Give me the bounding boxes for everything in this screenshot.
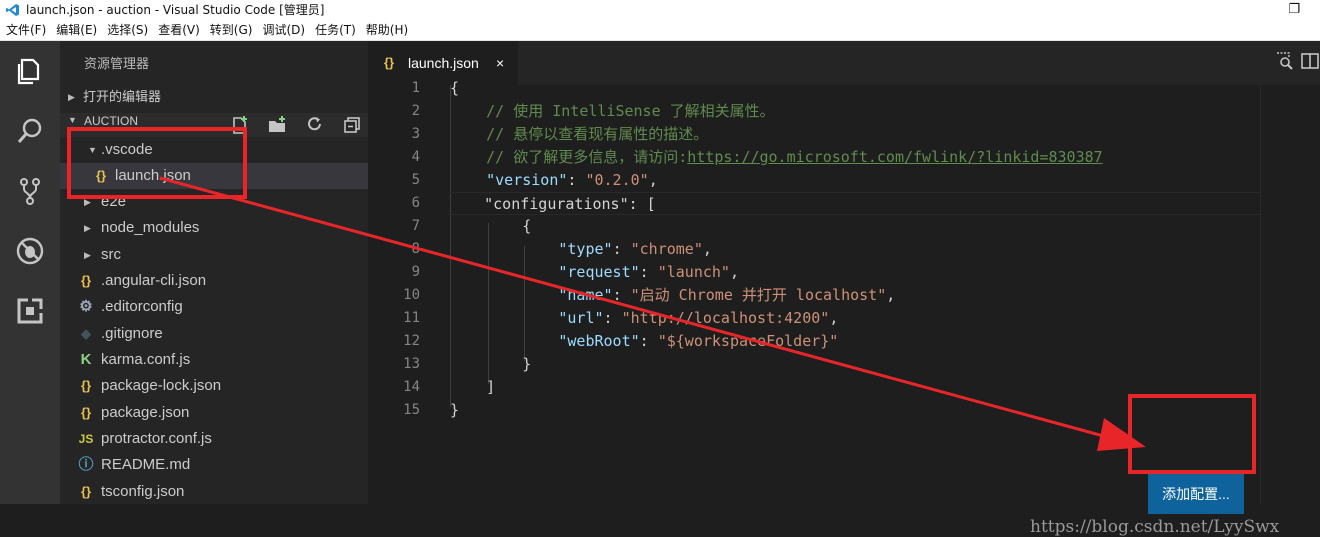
debug-icon[interactable]: [14, 235, 46, 267]
code-line-comment: // 使用 IntelliSense 了解相关属性。: [450, 102, 775, 120]
tree-item-tsconfig-json[interactable]: {} tsconfig.json: [60, 479, 368, 505]
annotation-box-vscode: [67, 127, 247, 199]
split-editor-icon[interactable]: [1300, 51, 1320, 71]
code-line: "webRoot": "${workspaceFolder}": [558, 332, 839, 350]
menu-tasks[interactable]: 任务(T): [309, 20, 360, 41]
code-line-current: "configurations": [: [448, 192, 1260, 215]
files-icon[interactable]: [14, 55, 46, 87]
json-file-icon: {}: [80, 378, 92, 393]
gear-icon: ⚙: [79, 298, 93, 315]
close-icon[interactable]: ×: [496, 41, 504, 85]
editor-scrollbar[interactable]: [1260, 85, 1274, 504]
menu-help[interactable]: 帮助(H): [360, 20, 412, 41]
menu-edit[interactable]: 编辑(E): [50, 20, 101, 41]
watermark: https://blog.csdn.net/LyySwx: [1030, 517, 1280, 537]
code-line: }: [450, 401, 460, 419]
tree-item-gitignore[interactable]: ◆ .gitignore: [60, 321, 368, 347]
code-line-comment: // 悬停以查看现有属性的描述。: [450, 125, 709, 143]
annotation-box-add-config: [1128, 394, 1256, 474]
menu-go[interactable]: 转到(G): [204, 20, 257, 41]
window-title: launch.json - auction - Visual Studio Co…: [26, 3, 325, 17]
line-number: 2: [411, 103, 420, 119]
menu-view[interactable]: 查看(V): [152, 20, 204, 41]
line-number: 7: [411, 218, 420, 234]
line-number: 8: [411, 241, 420, 257]
menu-bar: 文件(F) 编辑(E) 选择(S) 查看(V) 转到(G) 调试(D) 任务(T) 帮助(H): [0, 20, 1320, 41]
code-line: "request": "launch",: [558, 263, 739, 281]
code-line: ]: [450, 378, 496, 396]
open-editors-section[interactable]: ▶ 打开的编辑器: [60, 85, 368, 109]
code-line: "version": "0.2.0",: [486, 171, 658, 189]
line-number: 11: [403, 310, 420, 326]
tree-item-karma-conf[interactable]: K karma.conf.js: [60, 347, 368, 373]
tree-item-src-folder[interactable]: ▶ src: [60, 242, 368, 268]
code-line: "name": "启动 Chrome 并打开 localhost",: [558, 286, 896, 304]
doc-link[interactable]: https://go.microsoft.com/fwlink/?linkid=…: [687, 148, 1102, 166]
tree-item-protractor-conf[interactable]: JS protractor.conf.js: [60, 426, 368, 452]
code-line: {: [450, 79, 460, 97]
project-name: AUCTION: [84, 114, 138, 128]
tree-item-package-lock-json[interactable]: {} package-lock.json: [60, 373, 368, 399]
code-line: }: [450, 355, 532, 373]
git-icon: ◆: [81, 326, 91, 341]
extensions-icon[interactable]: [14, 295, 46, 327]
line-number: 13: [403, 356, 420, 372]
tree-item-editorconfig[interactable]: ⚙ .editorconfig: [60, 294, 368, 320]
add-configuration-button[interactable]: 添加配置...: [1148, 474, 1244, 514]
info-icon: ⓘ: [78, 456, 94, 473]
line-number: 15: [403, 402, 420, 418]
line-number: 14: [403, 379, 420, 395]
explorer-sidebar: 资源管理器 ▶ 打开的编辑器 ▼ AUCTION ▼ .vscode {} la…: [60, 41, 368, 504]
code-line: "type": "chrome",: [558, 240, 712, 258]
tab-bar: {} launch.json ×: [368, 41, 1320, 85]
line-number: 3: [411, 126, 420, 142]
title-bar: launch.json - auction - Visual Studio Co…: [0, 0, 1320, 20]
code-line: {: [450, 217, 532, 235]
chevron-right-icon: ▶: [84, 250, 91, 260]
chevron-down-icon: ▼: [68, 115, 77, 125]
menu-debug[interactable]: 调试(D): [256, 20, 309, 41]
line-number: 1: [411, 80, 420, 96]
chevron-right-icon: ▶: [68, 92, 75, 102]
source-control-icon[interactable]: [14, 175, 46, 207]
json-file-icon: {}: [80, 273, 92, 288]
refresh-icon[interactable]: [305, 115, 325, 135]
menu-file[interactable]: 文件(F): [0, 20, 50, 41]
karma-icon: K: [80, 351, 92, 368]
open-settings-icon[interactable]: [1275, 51, 1295, 71]
activity-bar: [0, 41, 60, 504]
collapse-all-icon[interactable]: [342, 115, 362, 135]
js-file-icon: JS: [78, 432, 94, 446]
line-number: 10: [403, 287, 420, 303]
new-folder-icon[interactable]: [267, 115, 287, 135]
json-file-icon: {}: [80, 484, 92, 499]
explorer-title: 资源管理器: [84, 56, 150, 71]
tree-item-readme[interactable]: ⓘ README.md: [60, 452, 368, 478]
line-number: 4: [411, 149, 420, 165]
restore-window-icon[interactable]: ❐: [1288, 0, 1300, 20]
tree-item-package-json[interactable]: {} package.json: [60, 400, 368, 426]
code-line-comment: // 欲了解更多信息，请访问:https://go.microsoft.com/…: [450, 148, 1103, 166]
code-line: "url": "http://localhost:4200",: [558, 309, 839, 327]
vscode-logo-icon: [6, 4, 19, 16]
json-file-icon: {}: [80, 405, 92, 420]
line-number: 6: [411, 195, 420, 211]
menu-selection[interactable]: 选择(S): [101, 20, 152, 41]
line-number: 5: [411, 172, 420, 188]
chevron-right-icon: ▶: [84, 223, 91, 233]
tree-item-angular-cli-json[interactable]: {} .angular-cli.json: [60, 268, 368, 294]
search-icon[interactable]: [14, 115, 46, 147]
line-number: 12: [403, 333, 420, 349]
line-number: 9: [411, 264, 420, 280]
tree-item-node-modules-folder[interactable]: ▶ node_modules: [60, 215, 368, 241]
